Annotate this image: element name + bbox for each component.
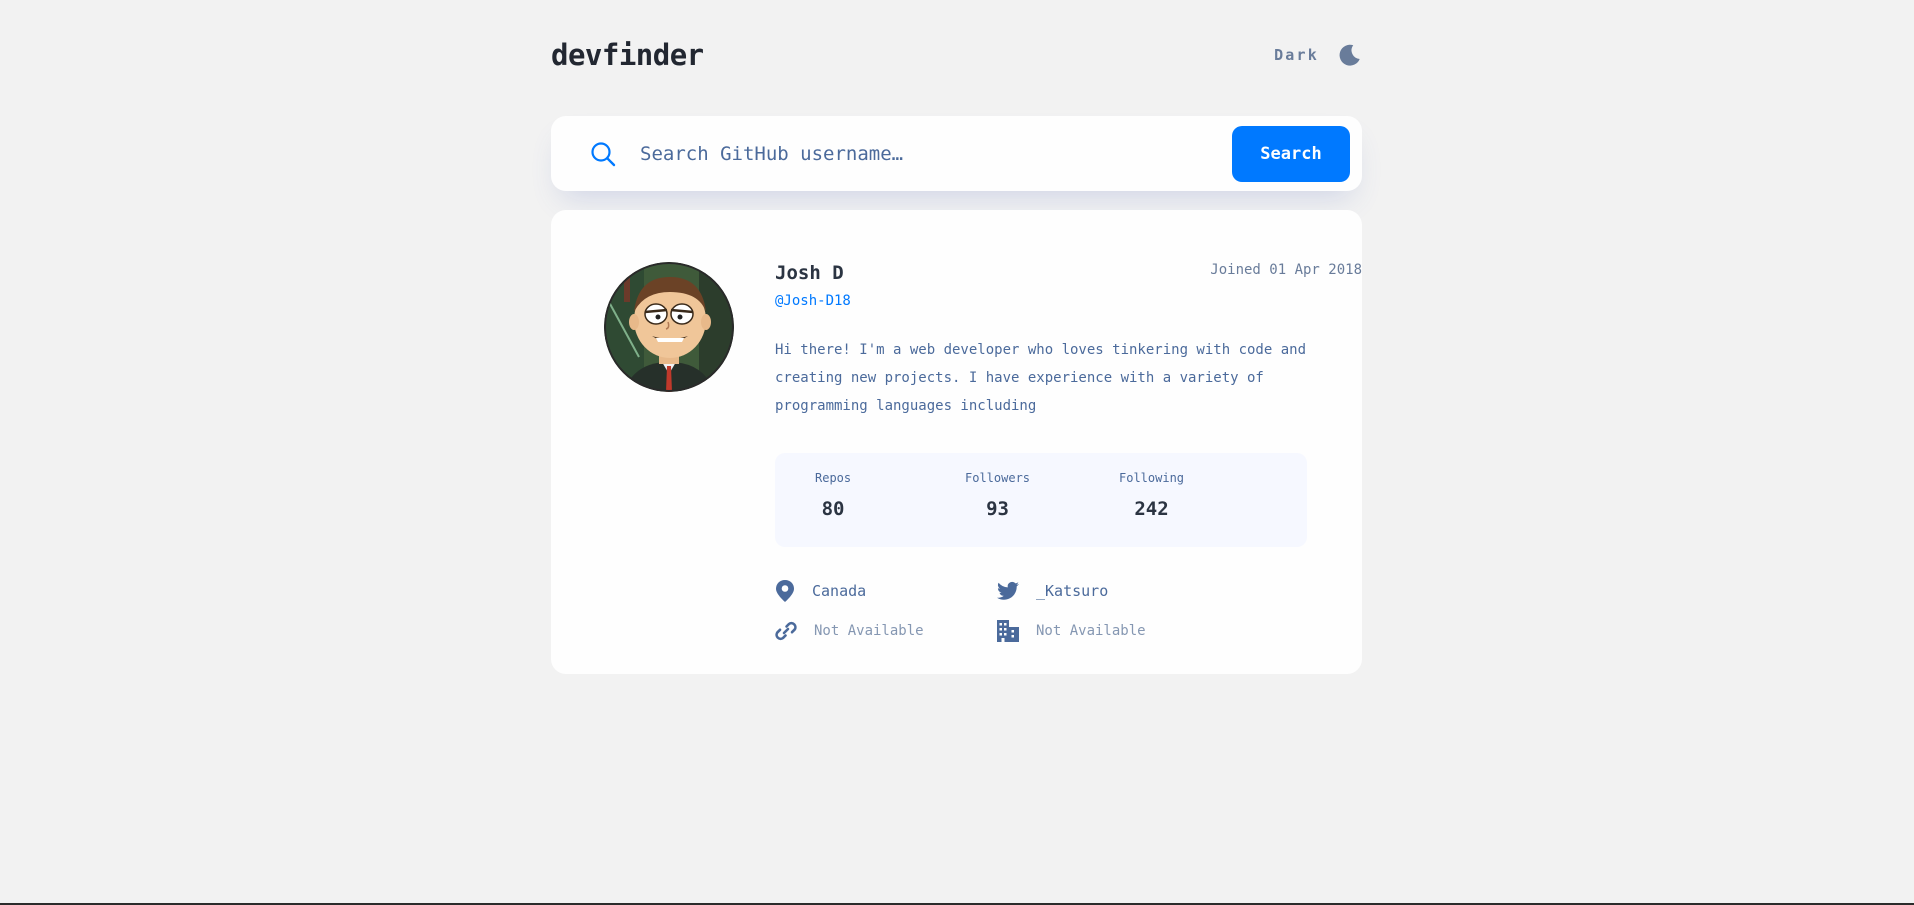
- header: devfinder Dark: [551, 36, 1362, 74]
- avatar: [604, 262, 734, 392]
- stat-following: Following 242: [1119, 471, 1184, 520]
- theme-toggle-label: Dark: [1274, 46, 1319, 64]
- website-item: Not Available: [775, 620, 924, 642]
- stat-label: Followers: [965, 471, 1031, 485]
- twitter-icon: [997, 581, 1019, 600]
- profile-bio: Hi there! I'm a web developer who loves …: [775, 342, 1307, 414]
- search-input[interactable]: [640, 133, 1232, 174]
- profile-card: Josh D @Josh-D18 Joined 01 Apr 2018 Hi t…: [551, 210, 1362, 674]
- search-button[interactable]: Search: [1232, 125, 1350, 182]
- location-item: Canada: [775, 580, 866, 602]
- profile-name: Josh D: [775, 262, 844, 284]
- location-text: Canada: [812, 582, 867, 600]
- stat-value: 93: [986, 498, 1009, 520]
- stat-followers: Followers 93: [965, 471, 1030, 520]
- avatar-image: [604, 262, 734, 392]
- joined-date: Joined 01 Apr 2018: [1210, 262, 1362, 278]
- stat-repos: Repos 80: [815, 471, 851, 520]
- page: devfinder Dark Search GitHub username… S…: [0, 0, 1914, 905]
- search-bar: Search: [551, 116, 1362, 191]
- stat-value: 242: [1134, 498, 1169, 520]
- twitter-item[interactable]: _Katsuro: [997, 580, 1108, 602]
- stats-panel: Repos 80 Followers 93 Following 242: [775, 453, 1307, 547]
- website-text: Not Available: [814, 623, 924, 639]
- profile-links: Canada _Katsuro Not Available Not Availa…: [775, 580, 1335, 660]
- search-icon: [591, 141, 616, 166]
- moon-icon: [1339, 44, 1360, 66]
- company-text: Not Available: [1036, 623, 1146, 639]
- location-pin-icon: [776, 580, 794, 602]
- link-icon: [775, 621, 797, 641]
- theme-toggle[interactable]: Dark: [1274, 43, 1362, 68]
- company-item: Not Available: [997, 620, 1146, 642]
- twitter-text: _Katsuro: [1036, 582, 1109, 600]
- app-logo: devfinder: [551, 38, 704, 72]
- stat-value: 80: [821, 498, 845, 520]
- stat-label: Repos: [815, 471, 852, 485]
- stat-label: Following: [1119, 471, 1185, 485]
- profile-login[interactable]: @Josh-D18: [775, 293, 851, 309]
- building-icon: [997, 620, 1019, 642]
